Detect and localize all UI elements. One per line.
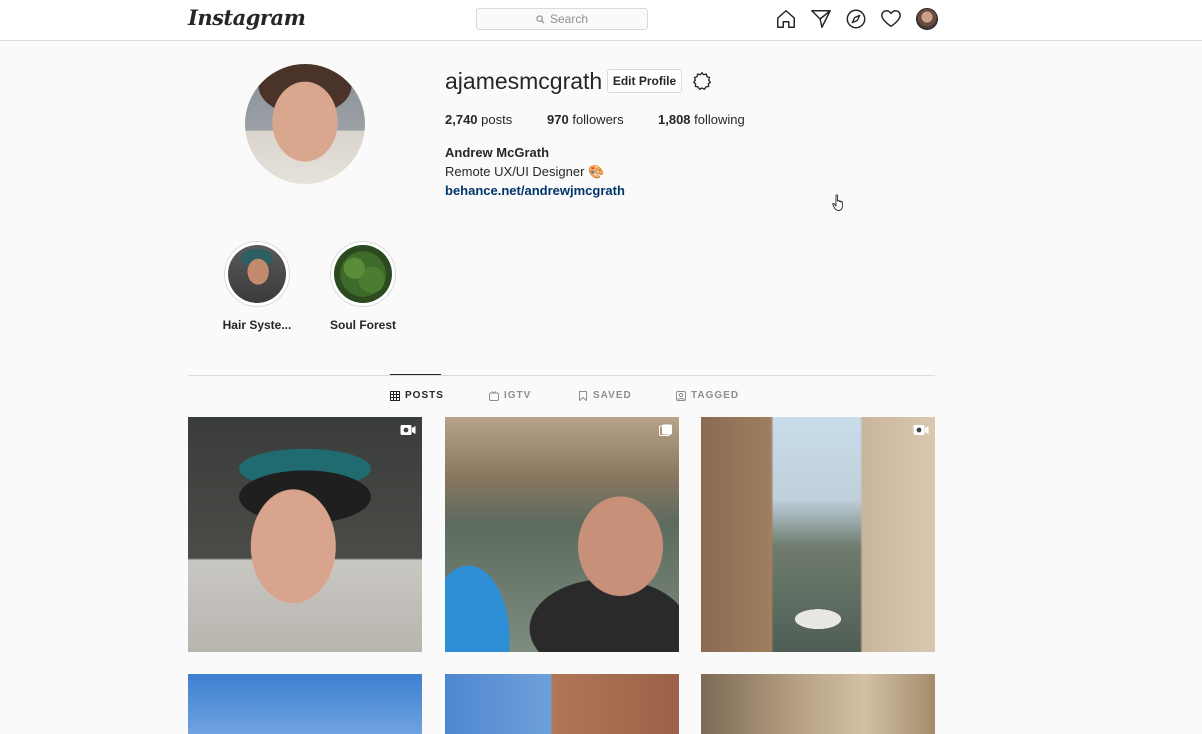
bookmark-icon (579, 390, 587, 401)
posts-label: posts (481, 112, 513, 127)
posts-count: 2,740 (445, 112, 478, 127)
carousel-badge-icon (659, 424, 672, 436)
profile-username: ajamesmcgrath (445, 68, 603, 94)
highlight-ring (330, 241, 396, 307)
following-label: following (694, 112, 745, 127)
following-stat[interactable]: 1,808 following (658, 112, 745, 127)
highlight-label: Hair Syste... (222, 318, 292, 332)
highlight-ring (224, 241, 290, 307)
followers-count: 970 (547, 112, 569, 127)
video-badge-icon (400, 425, 416, 435)
following-count: 1,808 (658, 112, 691, 127)
highlight-soul-forest[interactable]: Soul Forest (324, 241, 402, 332)
profile-bio: Remote UX/UI Designer 🎨 (445, 164, 605, 179)
profile-picture[interactable] (245, 64, 365, 184)
video-badge-icon (913, 425, 929, 435)
tab-label: TAGGED (691, 390, 740, 401)
heart-icon[interactable] (880, 8, 902, 30)
tab-label: POSTS (405, 390, 444, 401)
post-thumbnail[interactable] (701, 417, 935, 652)
hand-cursor-icon (832, 194, 843, 211)
igtv-icon (489, 390, 499, 401)
highlight-hair-system[interactable]: Hair Syste... (218, 241, 296, 332)
post-thumbnail[interactable] (445, 417, 679, 652)
highlight-label: Soul Forest (329, 318, 396, 332)
explore-icon[interactable] (845, 8, 867, 30)
tab-igtv[interactable]: IGTV (489, 390, 531, 401)
tab-posts[interactable]: POSTS (390, 390, 444, 401)
highlight-cover (334, 245, 392, 303)
grid-icon (390, 390, 400, 401)
home-icon[interactable] (775, 8, 797, 30)
post-thumbnail[interactable] (188, 674, 422, 734)
post-thumbnail[interactable] (701, 674, 935, 734)
tab-tagged[interactable]: TAGGED (676, 390, 739, 401)
profile-website-link[interactable]: behance.net/andrewjmcgrath (445, 183, 625, 198)
tab-label: SAVED (593, 390, 632, 401)
direct-message-icon[interactable] (810, 8, 832, 30)
active-tab-indicator (390, 374, 441, 375)
tab-saved[interactable]: SAVED (578, 390, 632, 401)
settings-gear-icon[interactable] (692, 71, 712, 91)
post-thumbnail[interactable] (188, 417, 422, 652)
posts-stat: 2,740 posts (445, 112, 512, 127)
post-thumbnail[interactable] (445, 674, 679, 734)
tabs-divider (188, 375, 935, 376)
tagged-icon (676, 390, 686, 401)
profile-avatar-nav[interactable] (916, 8, 938, 30)
edit-profile-button[interactable]: Edit Profile (607, 69, 682, 93)
profile-full-name: Andrew McGrath (445, 145, 550, 160)
tab-label: IGTV (504, 390, 532, 401)
top-nav-bar: Instagram Search (0, 0, 1202, 41)
followers-label: followers (572, 112, 624, 127)
highlight-cover (228, 245, 286, 303)
followers-stat[interactable]: 970 followers (547, 112, 624, 127)
